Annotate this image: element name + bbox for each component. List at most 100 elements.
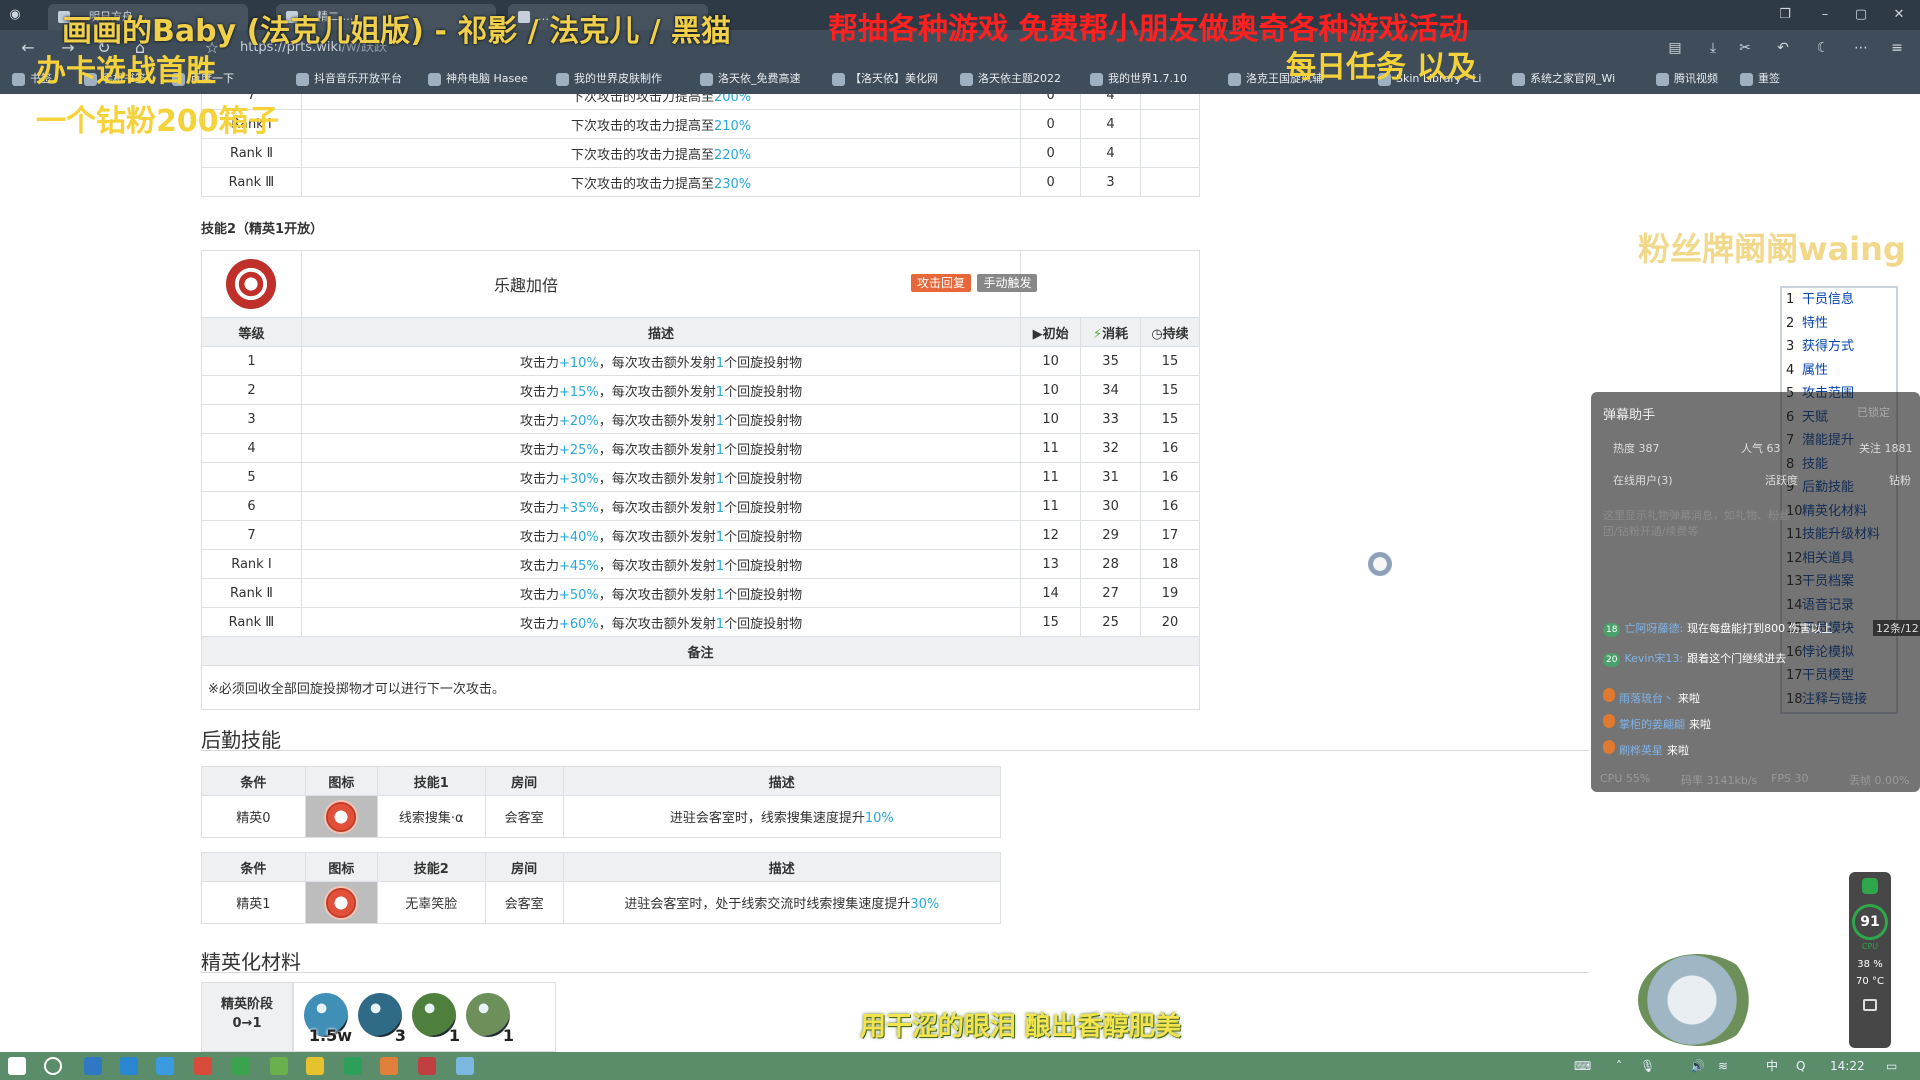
restore-icon[interactable]: ❐ — [1774, 4, 1796, 26]
tray-network-icon[interactable]: ≋ — [1718, 1057, 1728, 1075]
taskbar-app-10-icon[interactable] — [418, 1057, 436, 1075]
table-row: Rank Ⅱ 下次攻击的攻击力提高至220% 0 4 — [201, 138, 1200, 168]
danmu-message: 雨落琉台丶 来啦 — [1603, 688, 1700, 706]
col-header-skill2: 技能2 — [376, 852, 486, 882]
tag-attack-recovery: 攻击回复 — [911, 274, 972, 292]
tray-chevron-icon[interactable]: ˄ — [1616, 1057, 1622, 1075]
taskbar-app-11-icon[interactable] — [456, 1057, 474, 1075]
taskbar-app-7-icon[interactable] — [306, 1057, 324, 1075]
material-pack-icon[interactable]: 1 — [466, 993, 514, 1045]
bookmark-item[interactable]: 【洛天依】美化网 — [832, 69, 938, 89]
tray-clock[interactable]: 14:22 — [1830, 1057, 1865, 1075]
menu-icon[interactable]: ≡ — [1886, 37, 1908, 59]
more-icon[interactable]: ⋯ — [1850, 37, 1872, 59]
extensions-icon[interactable]: ✂ — [1734, 37, 1756, 59]
desc-text: 攻击力 — [519, 529, 559, 545]
tray-mic-icon[interactable]: 🎙 — [1640, 1057, 1655, 1075]
tray-qq-icon[interactable]: Q — [1796, 1057, 1805, 1075]
desc-cell: 攻击力+25%，每次攻击额外发射1个回旋投射物 — [300, 433, 1022, 463]
col-header-icon: 图标 — [304, 852, 378, 882]
download-icon[interactable]: ⤓ — [1702, 37, 1724, 59]
danmu-user[interactable]: 掌柜的姜翩翩 — [1619, 718, 1685, 731]
toc-link[interactable]: 获得方式 — [1802, 339, 1854, 354]
tray-keyboard-icon[interactable]: ⌨ — [1574, 1057, 1591, 1075]
danmu-message: 刷桦英星 来啦 — [1603, 740, 1689, 758]
taskbar-app-5-icon[interactable] — [232, 1057, 250, 1075]
undo-icon[interactable]: ↶ — [1772, 37, 1794, 59]
danmu-message: 20 Kevin宋13: 跟着这个门继续进去 — [1603, 650, 1786, 667]
duration-cell — [1140, 109, 1200, 139]
night-mode-icon[interactable]: ☾ — [1812, 37, 1834, 59]
notification-icon[interactable]: ▭ — [1886, 1057, 1897, 1075]
bookmark-item[interactable]: 我的世界1.7.10 — [1090, 69, 1187, 89]
gauge-value: 91 — [1860, 914, 1880, 930]
toc-item[interactable]: 1 干员信息 — [1782, 288, 1896, 312]
toc-item[interactable]: 4 属性 — [1782, 359, 1896, 383]
init-cell: 13 — [1020, 549, 1082, 579]
toc-link[interactable]: 特性 — [1802, 316, 1828, 331]
remark-row: ※必须回收全部回旋投掷物才可以进行下一次攻击。 — [201, 665, 1200, 710]
taskbar-app-4-icon[interactable] — [194, 1057, 212, 1075]
taskbar-app-9-icon[interactable] — [380, 1057, 398, 1075]
danmu-locked[interactable]: 已锁定 — [1857, 404, 1890, 420]
duration-cell — [1140, 94, 1200, 110]
toc-item[interactable]: 2 特性 — [1782, 312, 1896, 336]
clock-icon: ◷ — [1151, 326, 1163, 342]
desc-text: 个回旋投射物 — [724, 442, 803, 458]
col-header-desc: 描述 — [300, 317, 1022, 347]
start-icon[interactable] — [8, 1057, 26, 1075]
bookmark-item[interactable]: 抖音音乐开放平台 — [296, 69, 402, 89]
taskbar-app-3-icon[interactable] — [156, 1057, 174, 1075]
bookmark-item[interactable]: 洛天依主题2022 — [960, 69, 1061, 89]
level-cell: Rank Ⅰ — [201, 549, 302, 579]
tray-volume-icon[interactable]: 🔊 — [1690, 1057, 1705, 1075]
maximize-icon[interactable]: ▢ — [1850, 4, 1872, 26]
bookmark-item[interactable]: 重签 — [1740, 69, 1780, 89]
bookmark-label: 腾讯视频 — [1674, 72, 1718, 85]
taskbar-app-8-icon[interactable] — [344, 1057, 362, 1075]
skill2-table-body: 乐趣加倍 等级 描述 ▶初始 ⚡消耗 ◷持续 1 攻击力+10%，每次攻击额外发射… — [201, 250, 1200, 710]
reader-mode-icon[interactable]: ▤ — [1664, 37, 1686, 59]
taskbar-app-2-icon[interactable] — [120, 1057, 138, 1075]
danmu-user[interactable]: 雨落琉台丶 — [1619, 692, 1674, 705]
minimize-icon[interactable]: – — [1814, 4, 1836, 26]
desc-text: 个回旋投射物 — [724, 558, 803, 574]
duration-cell — [1140, 167, 1200, 197]
bookmark-item[interactable]: 神舟电脑 Hasee — [428, 69, 528, 89]
close-icon[interactable]: ✕ — [1888, 4, 1910, 26]
cost-cell: 29 — [1080, 520, 1142, 550]
toc-link[interactable]: 干员信息 — [1802, 292, 1854, 307]
lmd-icon[interactable]: 1.5w — [304, 993, 352, 1045]
danmu-user[interactable]: 刷桦英星 — [1619, 744, 1663, 757]
toc-item[interactable]: 3 获得方式 — [1782, 335, 1896, 359]
danmu-user[interactable]: 亡阿呀藤德: — [1624, 622, 1683, 635]
toc-link[interactable]: 属性 — [1802, 363, 1828, 378]
danmu-online[interactable]: 在线用户(3) — [1613, 472, 1673, 488]
bookmark-item[interactable]: 腾讯视频 — [1656, 69, 1718, 89]
bookmark-item[interactable]: 洛天依_免费高速 — [700, 69, 801, 89]
table-row: 7 下次攻击的攻击力提高至200% 0 4 — [201, 94, 1200, 110]
level-cell: Rank Ⅱ — [201, 578, 302, 608]
desc-value: +25% — [559, 442, 599, 458]
col-header-room: 房间 — [484, 766, 564, 796]
camera-icon[interactable] — [1863, 999, 1877, 1011]
skill2-table: 乐趣加倍 等级 描述 ▶初始 ⚡消耗 ◷持续 1 攻击力+10%，每次攻击额外发射… — [201, 250, 1200, 710]
shield-icon — [1862, 878, 1878, 894]
taskbar-app-1-icon[interactable] — [84, 1057, 102, 1075]
chip-icon[interactable]: 3 — [358, 993, 406, 1045]
init-cell: 12 — [1020, 520, 1082, 550]
material-box-icon[interactable]: 1 — [412, 993, 460, 1045]
tray-ime[interactable]: 中 — [1766, 1057, 1778, 1075]
cursor-sprite — [1368, 552, 1392, 576]
browser-menu-icon[interactable]: ◉ — [4, 4, 26, 26]
bookmark-item[interactable]: 系统之家官网_Wi — [1512, 69, 1615, 89]
danmu-user[interactable]: Kevin宋13: — [1624, 652, 1683, 665]
desc-text: 个回旋投射物 — [724, 471, 803, 487]
init-cell: 11 — [1020, 462, 1082, 492]
overlay-song-title: 画画的Baby (法克儿姐版) - 祁影 / 法克儿 / 黑猫 — [62, 14, 732, 49]
taskbar-app-6-icon[interactable] — [270, 1057, 288, 1075]
cost-cell: 33 — [1080, 404, 1142, 434]
bookmark-item[interactable]: 我的世界皮肤制作 — [556, 69, 662, 89]
search-icon[interactable] — [44, 1057, 62, 1075]
cost-cell: 27 — [1080, 578, 1142, 608]
